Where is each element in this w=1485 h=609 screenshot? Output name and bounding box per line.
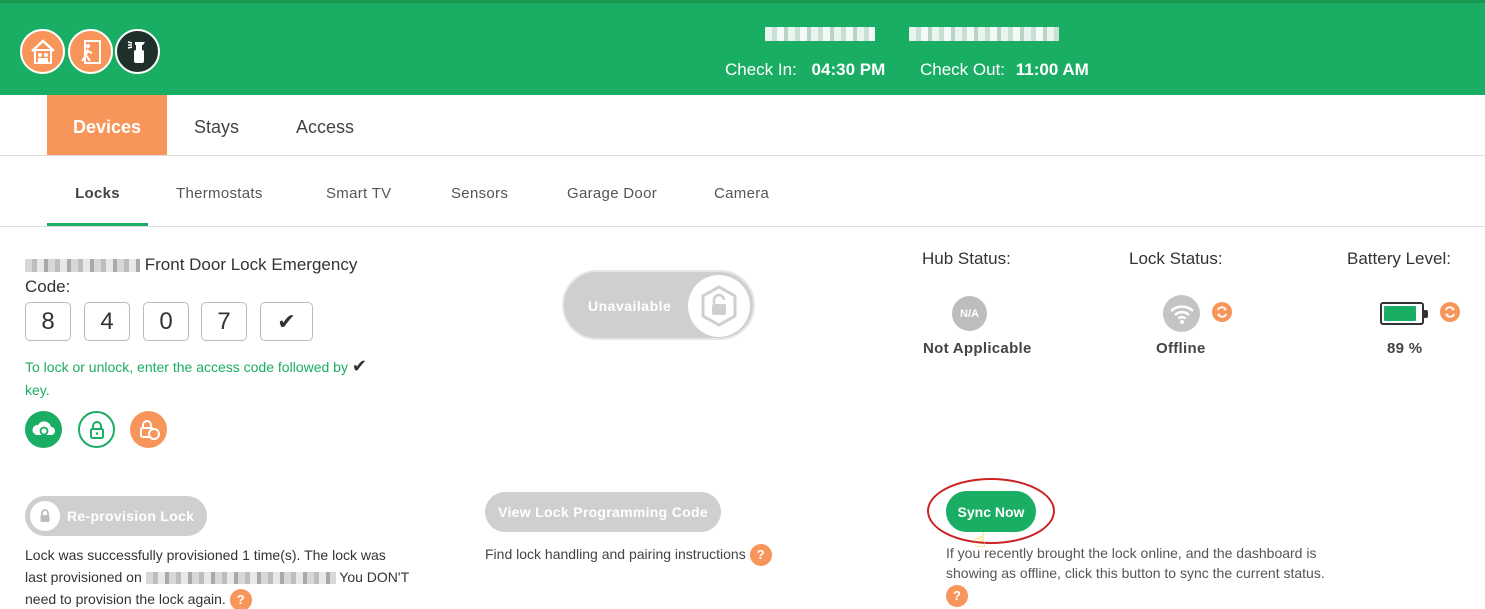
property-name-redacted bbox=[765, 25, 1060, 43]
code-digit: 7 bbox=[201, 302, 247, 341]
lock-title: Front Door Lock Emergency bbox=[25, 255, 357, 275]
sync-description: If you recently brought the lock online,… bbox=[946, 543, 1416, 607]
reprovision-desc-line2b: You DON'T bbox=[339, 569, 410, 585]
app-header: Check In: 04:30 PM Check Out: 11:00 AM bbox=[0, 0, 1485, 95]
lock-location-redacted bbox=[25, 259, 140, 273]
tab-smart-tv[interactable]: Smart TV bbox=[326, 156, 391, 226]
code-digit: 8 bbox=[25, 302, 71, 341]
hex-lock-icon bbox=[701, 285, 737, 327]
stay-times: Check In: 04:30 PM Check Out: 11:00 AM bbox=[725, 60, 1089, 80]
programming-desc-text: Find lock handling and pairing instructi… bbox=[485, 546, 746, 562]
check-out-time: 11:00 AM bbox=[1015, 60, 1089, 79]
reprovision-description: Lock was successfully provisioned 1 time… bbox=[25, 544, 465, 609]
tab-access[interactable]: Access bbox=[285, 95, 365, 155]
refresh-battery-icon[interactable] bbox=[1440, 302, 1460, 322]
hub-status-badge: N/A bbox=[952, 296, 987, 331]
code-digit: 0 bbox=[143, 302, 189, 341]
help-icon[interactable]: ? bbox=[946, 585, 968, 607]
help-icon[interactable]: ? bbox=[749, 544, 772, 567]
reprovision-desc-line2a: last provisioned on bbox=[25, 569, 142, 585]
code-label: Code: bbox=[25, 277, 71, 296]
tab-stays[interactable]: Stays bbox=[180, 95, 253, 155]
lock-status-label: Lock Status: bbox=[1129, 249, 1223, 268]
check-in-time: 04:30 PM bbox=[811, 60, 886, 79]
reprovision-desc-line3: need to provision the lock again. bbox=[25, 591, 226, 607]
tab-sensors[interactable]: Sensors bbox=[451, 156, 508, 226]
lock-hint-text: To lock or unlock, enter the access code… bbox=[25, 359, 348, 375]
main-tabs: Devices Stays Access bbox=[0, 95, 1485, 156]
hub-status-label: Hub Status: bbox=[922, 249, 1011, 268]
cloud-sync-icon[interactable] bbox=[25, 411, 62, 448]
lock-hint-tail: key. bbox=[25, 382, 50, 398]
reprovision-desc-line1: Lock was successfully provisioned 1 time… bbox=[25, 547, 386, 563]
lock-icon bbox=[30, 501, 60, 531]
tab-locks[interactable]: Locks bbox=[47, 156, 148, 226]
wifi-icon bbox=[1163, 295, 1200, 332]
battery-icon bbox=[1380, 302, 1428, 325]
sync-desc-line1: If you recently brought the lock online,… bbox=[946, 545, 1317, 561]
view-programming-code-button[interactable]: View Lock Programming Code bbox=[485, 492, 721, 532]
check-icon: ✔ bbox=[351, 356, 367, 376]
hub-status-value: Not Applicable bbox=[923, 340, 1032, 357]
battery-fill bbox=[1384, 306, 1417, 321]
battery-level-value: 89 % bbox=[1387, 340, 1423, 357]
toggle-label: Unavailable bbox=[588, 298, 672, 314]
toggle-knob bbox=[688, 275, 750, 337]
lock-title-text: Front Door Lock Emergency bbox=[144, 255, 358, 274]
lock-closed-icon[interactable] bbox=[78, 411, 115, 448]
lock-status-value: Offline bbox=[1156, 340, 1206, 357]
device-sub-tabs: Locks Thermostats Smart TV Sensors Garag… bbox=[0, 156, 1485, 227]
battery-level-label: Battery Level: bbox=[1347, 249, 1451, 268]
house-family-icon[interactable] bbox=[20, 29, 65, 74]
spray-bottle-icon[interactable] bbox=[115, 29, 160, 74]
reprovision-label: Re-provision Lock bbox=[67, 508, 195, 524]
programming-description: Find lock handling and pairing instructi… bbox=[485, 543, 845, 567]
check-in-label: Check In: bbox=[725, 60, 797, 79]
tab-camera[interactable]: Camera bbox=[714, 156, 769, 226]
help-icon[interactable]: ? bbox=[229, 589, 252, 609]
code-enter-key: ✔ bbox=[260, 302, 313, 341]
tab-garage-door[interactable]: Garage Door bbox=[567, 156, 657, 226]
tab-devices[interactable]: Devices bbox=[47, 95, 167, 155]
lock-schedule-icon[interactable] bbox=[130, 411, 167, 448]
door-exit-icon[interactable] bbox=[68, 29, 113, 74]
tab-thermostats[interactable]: Thermostats bbox=[176, 156, 263, 226]
sync-desc-line2: showing as offline, click this button to… bbox=[946, 565, 1325, 581]
refresh-lock-status-icon[interactable] bbox=[1212, 302, 1232, 322]
lock-toggle[interactable]: Unavailable bbox=[562, 270, 755, 340]
lock-hint: To lock or unlock, enter the access code… bbox=[25, 355, 415, 402]
check-out-label: Check Out: bbox=[919, 60, 1006, 79]
highlight-circle bbox=[927, 478, 1055, 544]
reprovision-lock-button[interactable]: Re-provision Lock bbox=[25, 496, 207, 536]
provision-date-redacted bbox=[145, 572, 336, 585]
code-digit: 4 bbox=[84, 302, 130, 341]
